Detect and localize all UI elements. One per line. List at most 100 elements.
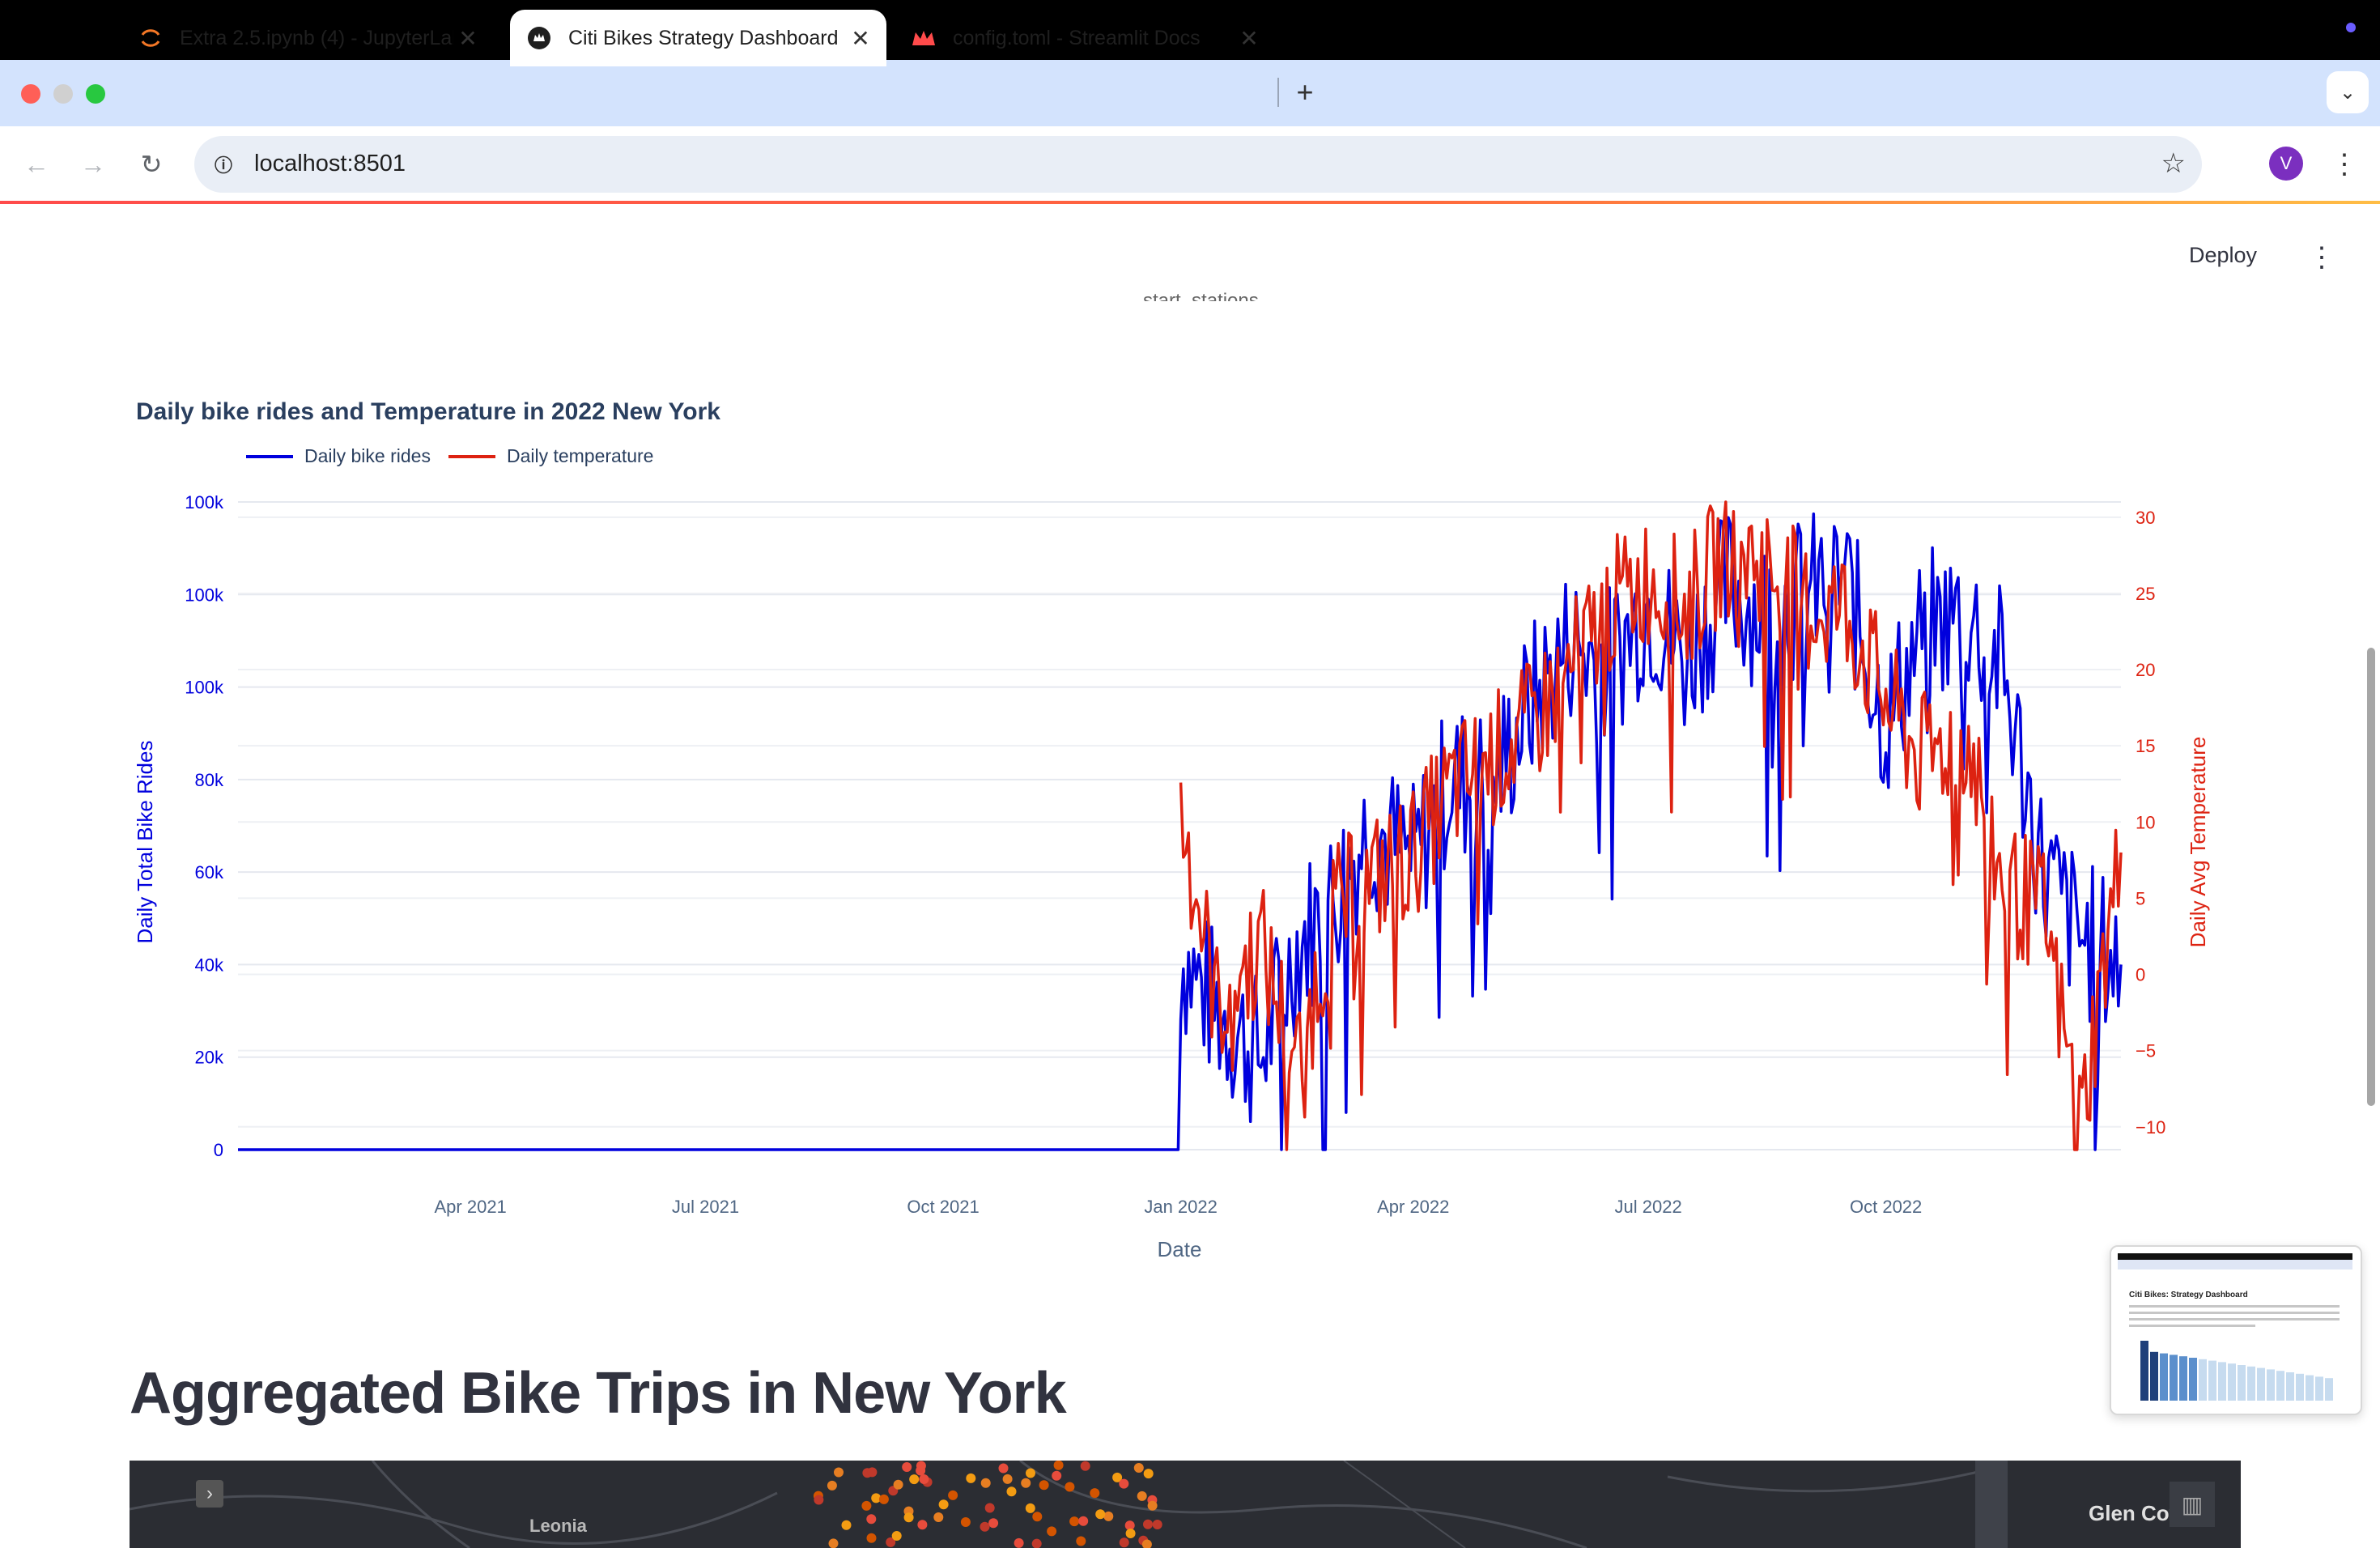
station-dot: [1137, 1491, 1147, 1501]
station-dot: [1133, 1463, 1144, 1473]
thumb-bar: [2208, 1360, 2216, 1401]
station-dot: [902, 1462, 912, 1472]
map-place-label: Leonia: [529, 1516, 587, 1536]
station-dot: [980, 1521, 990, 1532]
thumb-bar: [2257, 1367, 2265, 1401]
station-dot: [1152, 1520, 1162, 1529]
y2-tick-label: −5: [2136, 1041, 2156, 1061]
station-dot: [1090, 1488, 1100, 1499]
station-dot: [1125, 1529, 1136, 1538]
thumb-bar: [2140, 1341, 2148, 1401]
station-dot: [834, 1467, 844, 1478]
station-dot: [966, 1473, 976, 1483]
station-dots: [813, 1461, 1162, 1548]
thumb-bar-chart: [2140, 1341, 2333, 1401]
thumb-bar: [2267, 1369, 2275, 1401]
thumb-bar: [2228, 1363, 2236, 1401]
station-dot: [1021, 1478, 1031, 1488]
station-dot: [1147, 1500, 1158, 1511]
thumb-bar: [2199, 1359, 2207, 1401]
x-tick-label: Apr 2021: [435, 1197, 507, 1217]
station-dot: [827, 1480, 837, 1491]
x-tick-label: Oct 2022: [1850, 1197, 1922, 1217]
station-dot: [1047, 1526, 1057, 1537]
station-dot: [1095, 1509, 1106, 1520]
y-tick-label: 100k: [185, 678, 224, 698]
station-dot: [866, 1533, 877, 1543]
station-dot: [841, 1520, 852, 1530]
station-dot: [1032, 1512, 1043, 1522]
thumb-bar: [2238, 1365, 2246, 1401]
station-dot: [891, 1531, 902, 1541]
station-dot: [866, 1514, 877, 1525]
station-dot: [1143, 1469, 1154, 1479]
y2-axis-title: Daily Avg Temperature: [2186, 737, 2210, 948]
x-tick-label: Oct 2021: [907, 1197, 979, 1217]
station-dot: [909, 1474, 920, 1485]
map-fullscreen-icon[interactable]: ▥: [2170, 1482, 2215, 1527]
station-dot: [814, 1495, 824, 1505]
y2-tick-label: 15: [2136, 736, 2155, 756]
station-dot: [903, 1512, 914, 1523]
station-dot: [980, 1478, 991, 1488]
y-tick-label: 0: [214, 1140, 223, 1160]
section-heading: Aggregated Bike Trips in New York: [130, 1361, 1067, 1426]
thumb-bar: [2286, 1372, 2294, 1401]
thumb-bar: [2170, 1354, 2178, 1401]
thumb-bar: [2315, 1376, 2323, 1401]
trips-map[interactable]: › Leonia Glen Cov ▥: [130, 1461, 2241, 1548]
x-tick-label: Jul 2021: [672, 1197, 739, 1217]
thumb-text-lines: [2129, 1305, 2340, 1331]
y-axis-title: Daily Total Bike Rides: [133, 741, 157, 944]
station-dot: [998, 1463, 1009, 1474]
station-dot: [1002, 1474, 1013, 1484]
thumb-bar: [2150, 1351, 2158, 1401]
thumb-bar: [2325, 1378, 2333, 1401]
rides-temperature-chart[interactable]: 0 20k 40k 60k 80k 100k 100k 100k −10 −5 0 5 10 15 20 25…: [0, 0, 2380, 1312]
station-dot: [1026, 1468, 1035, 1478]
x-tick-label: Apr 2022: [1377, 1197, 1449, 1217]
station-dot: [1080, 1461, 1090, 1471]
thumb-bar: [2296, 1373, 2304, 1401]
station-dot: [1039, 1480, 1049, 1491]
x-tick-label: Jul 2022: [1615, 1197, 1682, 1217]
station-dot: [960, 1517, 971, 1527]
station-dot: [916, 1465, 926, 1476]
station-dot: [1025, 1503, 1035, 1513]
thumb-tabstrip: [2118, 1260, 2352, 1269]
y-tick-label: 80k: [195, 770, 224, 790]
page-preview-thumbnail[interactable]: Citi Bikes: Strategy Dashboard: [2110, 1245, 2362, 1415]
y-tick-label: 40k: [195, 955, 224, 975]
station-dot: [861, 1500, 872, 1511]
station-dot: [1119, 1537, 1129, 1548]
thumb-bar: [2160, 1353, 2168, 1401]
station-dot: [1031, 1538, 1042, 1548]
y2-tick-label: −10: [2136, 1117, 2165, 1138]
thumb-os-bar: [2118, 1253, 2352, 1260]
station-dot: [938, 1499, 949, 1510]
station-dot: [919, 1474, 929, 1484]
station-dot: [917, 1520, 928, 1530]
y-tick-label: 100k: [185, 492, 224, 512]
station-dot: [1103, 1511, 1114, 1521]
station-dot: [893, 1479, 903, 1490]
station-dot: [1119, 1478, 1129, 1489]
station-dot: [1069, 1516, 1080, 1527]
station-dot: [867, 1467, 878, 1478]
map-expand-icon[interactable]: ›: [196, 1480, 223, 1508]
thumb-bar: [2189, 1358, 2197, 1401]
y-tick-label: 100k: [185, 585, 224, 605]
y2-tick-label: 20: [2136, 660, 2155, 680]
page-scrollbar[interactable]: [2367, 648, 2375, 1106]
station-dot: [828, 1538, 839, 1548]
station-dot: [1065, 1482, 1075, 1492]
x-tick-label: Jan 2022: [1144, 1197, 1218, 1217]
station-dot: [984, 1503, 995, 1513]
y-tick-label: 20k: [195, 1048, 224, 1068]
station-dot: [1078, 1516, 1089, 1526]
station-dot: [933, 1512, 944, 1522]
y2-tick-label: 0: [2136, 965, 2145, 985]
x-axis-title: Date: [1158, 1237, 1202, 1261]
thumb-bar: [2306, 1375, 2314, 1401]
thumb-bar: [2276, 1371, 2284, 1401]
